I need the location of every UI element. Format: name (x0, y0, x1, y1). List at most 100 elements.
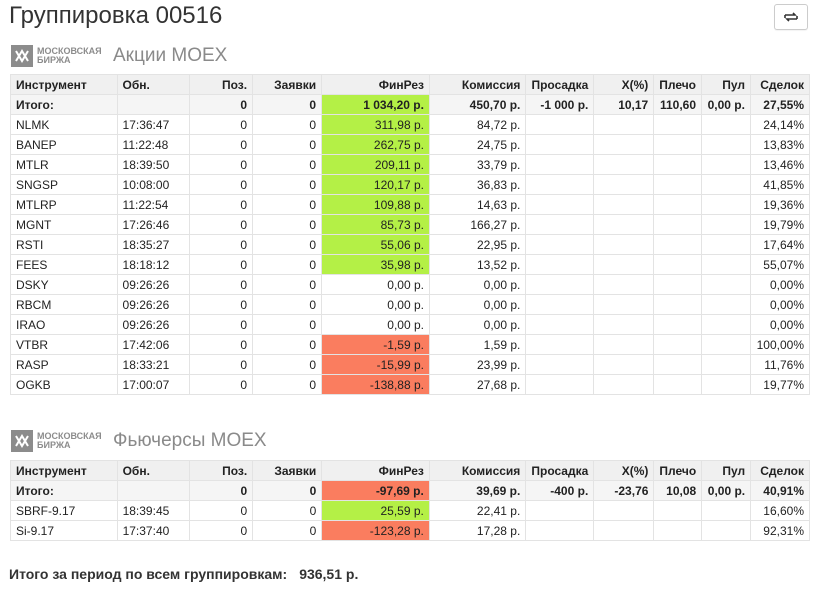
table-row[interactable]: MTLR 18:39:50 0 0 209,11 р. 33,79 р. 13,46% (10, 154, 811, 175)
cell-deals: 11,76% (749, 354, 811, 375)
column-header-instrument[interactable]: Инструмент (10, 74, 118, 95)
column-header-updated[interactable]: Обн. (116, 74, 190, 95)
cell-x-percent (593, 234, 655, 255)
column-header-leverage[interactable]: Плечо (653, 460, 703, 481)
cell-pool (701, 520, 752, 541)
cell-finres: 262,75 р. (321, 134, 430, 155)
cell-updated: 09:26:26 (116, 274, 190, 295)
cell-pool (701, 500, 752, 521)
cell-finres: 120,17 р. (321, 174, 430, 195)
cell-drawdown (525, 500, 595, 521)
cell-instrument: Итого: (10, 480, 118, 501)
cell-instrument: FEES (10, 254, 118, 275)
column-header-deals[interactable]: Сделок (749, 74, 811, 95)
cell-updated: 09:26:26 (116, 314, 190, 335)
cell-pool (701, 134, 751, 155)
cell-instrument: NLMK (10, 114, 118, 135)
table-row[interactable]: VTBR 17:42:06 0 0 -1,59 р. 1,59 р. 100,00% (10, 334, 811, 355)
table-row[interactable]: OGKB 17:00:07 0 0 -138,88 р. 27,68 р. 19,77% (10, 374, 811, 395)
cell-orders: 0 (252, 374, 323, 395)
cell-updated: 10:08:00 (116, 174, 190, 195)
column-header-drawdown[interactable]: Просадка (525, 460, 595, 481)
section-title: Акции MOEX (113, 45, 228, 66)
cell-x-percent (593, 500, 655, 521)
cell-deals: 19,36% (749, 194, 811, 215)
cell-deals: 0,00% (749, 314, 811, 335)
cell-deals: 16,60% (750, 500, 810, 521)
cell-position: 0 (188, 234, 254, 255)
cell-leverage (653, 294, 702, 315)
cell-finres: 0,00 р. (321, 294, 430, 315)
column-header-fee[interactable]: Комиссия (428, 460, 527, 481)
cell-pool (701, 294, 751, 315)
column-header-pool[interactable]: Пул (701, 74, 751, 95)
table-row[interactable]: MGNT 17:26:46 0 0 85,73 р. 166,27 р. 19,79% (10, 214, 811, 235)
cell-drawdown (525, 134, 595, 155)
table-header-row: Инструмент Обн. Поз. Заявки ФинРез Комиссия Пр… (10, 460, 810, 481)
cell-fee: 0,00 р. (428, 274, 527, 295)
table-row[interactable]: MTLRP 11:22:54 0 0 109,88 р. 14,63 р. 19,36% (10, 194, 811, 215)
column-header-position[interactable]: Поз. (188, 460, 254, 481)
cell-drawdown (525, 374, 595, 395)
table-header-row: Инструмент Обн. Поз. Заявки ФинРез Комиссия Пр… (10, 74, 811, 95)
table-row[interactable]: RASP 18:33:21 0 0 -15,99 р. 23,99 р. 11,76% (10, 354, 811, 375)
cell-x-percent (593, 274, 655, 295)
cell-updated: 18:33:21 (116, 354, 190, 375)
cell-deals: 19,77% (749, 374, 811, 395)
cell-updated: 17:42:06 (116, 334, 190, 355)
cell-fee: 23,99 р. (428, 354, 527, 375)
total-row[interactable]: Итого: 0 0 1 034,20 р. 450,70 р. -1 000 р. 10,… (10, 94, 811, 115)
table-row[interactable]: FEES 18:18:12 0 0 35,98 р. 13,52 р. 55,07% (10, 254, 811, 275)
cell-leverage: 10,08 (653, 480, 703, 501)
column-header-position[interactable]: Поз. (188, 74, 254, 95)
cell-pool (701, 174, 751, 195)
column-header-instrument[interactable]: Инструмент (10, 460, 118, 481)
column-header-leverage[interactable]: Плечо (653, 74, 702, 95)
column-header-x-percent[interactable]: X(%) (593, 460, 655, 481)
table-row[interactable]: DSKY 09:26:26 0 0 0,00 р. 0,00 р. 0,00% (10, 274, 811, 295)
cell-fee: 13,52 р. (428, 254, 527, 275)
column-header-finres[interactable]: ФинРез (321, 74, 430, 95)
column-header-x-percent[interactable]: X(%) (593, 74, 655, 95)
cell-updated (116, 480, 190, 501)
column-header-fee[interactable]: Комиссия (428, 74, 527, 95)
total-row[interactable]: Итого: 0 0 -97,69 р. 39,69 р. -400 р. -23,76 10… (10, 480, 810, 501)
column-header-finres[interactable]: ФинРез (321, 460, 430, 481)
cell-pool: 0,00 р. (701, 94, 751, 115)
moex-logo: МОСКОВСКАЯ БИРЖА (11, 430, 107, 452)
cell-deals: 27,55% (749, 94, 811, 115)
cell-leverage (653, 174, 702, 195)
column-header-updated[interactable]: Обн. (116, 460, 190, 481)
cell-instrument: IRAO (10, 314, 118, 335)
section-title: Фьючерсы MOEX (113, 430, 267, 451)
table-row[interactable]: RSTI 18:35:27 0 0 55,06 р. 22,95 р. 17,64% (10, 234, 811, 255)
table-row[interactable]: IRAO 09:26:26 0 0 0,00 р. 0,00 р. 0,00% (10, 314, 811, 335)
cell-instrument: RBCM (10, 294, 118, 315)
cell-instrument: Итого: (10, 94, 118, 115)
column-header-deals[interactable]: Сделок (750, 460, 810, 481)
cell-instrument: BANEP (10, 134, 118, 155)
grand-total-label: Итого за период по всем группировкам: (9, 566, 288, 582)
table-row[interactable]: Si-9.17 17:37:40 0 0 -123,28 р. 17,28 р. 92,31… (10, 520, 810, 541)
table-row[interactable]: SNGSP 10:08:00 0 0 120,17 р. 36,83 р. 41,85% (10, 174, 811, 195)
table-row[interactable]: BANEP 11:22:48 0 0 262,75 р. 24,75 р. 13,83% (10, 134, 811, 155)
cell-position: 0 (188, 334, 254, 355)
table-row[interactable]: SBRF-9.17 18:39:45 0 0 25,59 р. 22,41 р. 16,60… (10, 500, 810, 521)
column-header-orders[interactable]: Заявки (252, 460, 323, 481)
cell-drawdown: -400 р. (525, 480, 595, 501)
refresh-button[interactable] (774, 4, 808, 30)
cell-leverage (653, 374, 702, 395)
cell-finres: -97,69 р. (321, 480, 430, 501)
cell-position: 0 (188, 154, 254, 175)
cell-finres: 311,98 р. (321, 114, 430, 135)
table-row[interactable]: NLMK 17:36:47 0 0 311,98 р. 84,72 р. 24,14% (10, 114, 811, 135)
table-row[interactable]: RBCM 09:26:26 0 0 0,00 р. 0,00 р. 0,00% (10, 294, 811, 315)
cell-leverage: 110,60 (653, 94, 702, 115)
cell-updated: 17:37:40 (116, 520, 190, 541)
grand-total: Итого за период по всем группировкам: 936… (9, 566, 358, 582)
column-header-pool[interactable]: Пул (701, 460, 752, 481)
cell-orders: 0 (252, 114, 323, 135)
cell-updated: 17:36:47 (116, 114, 190, 135)
column-header-drawdown[interactable]: Просадка (525, 74, 595, 95)
column-header-orders[interactable]: Заявки (252, 74, 323, 95)
